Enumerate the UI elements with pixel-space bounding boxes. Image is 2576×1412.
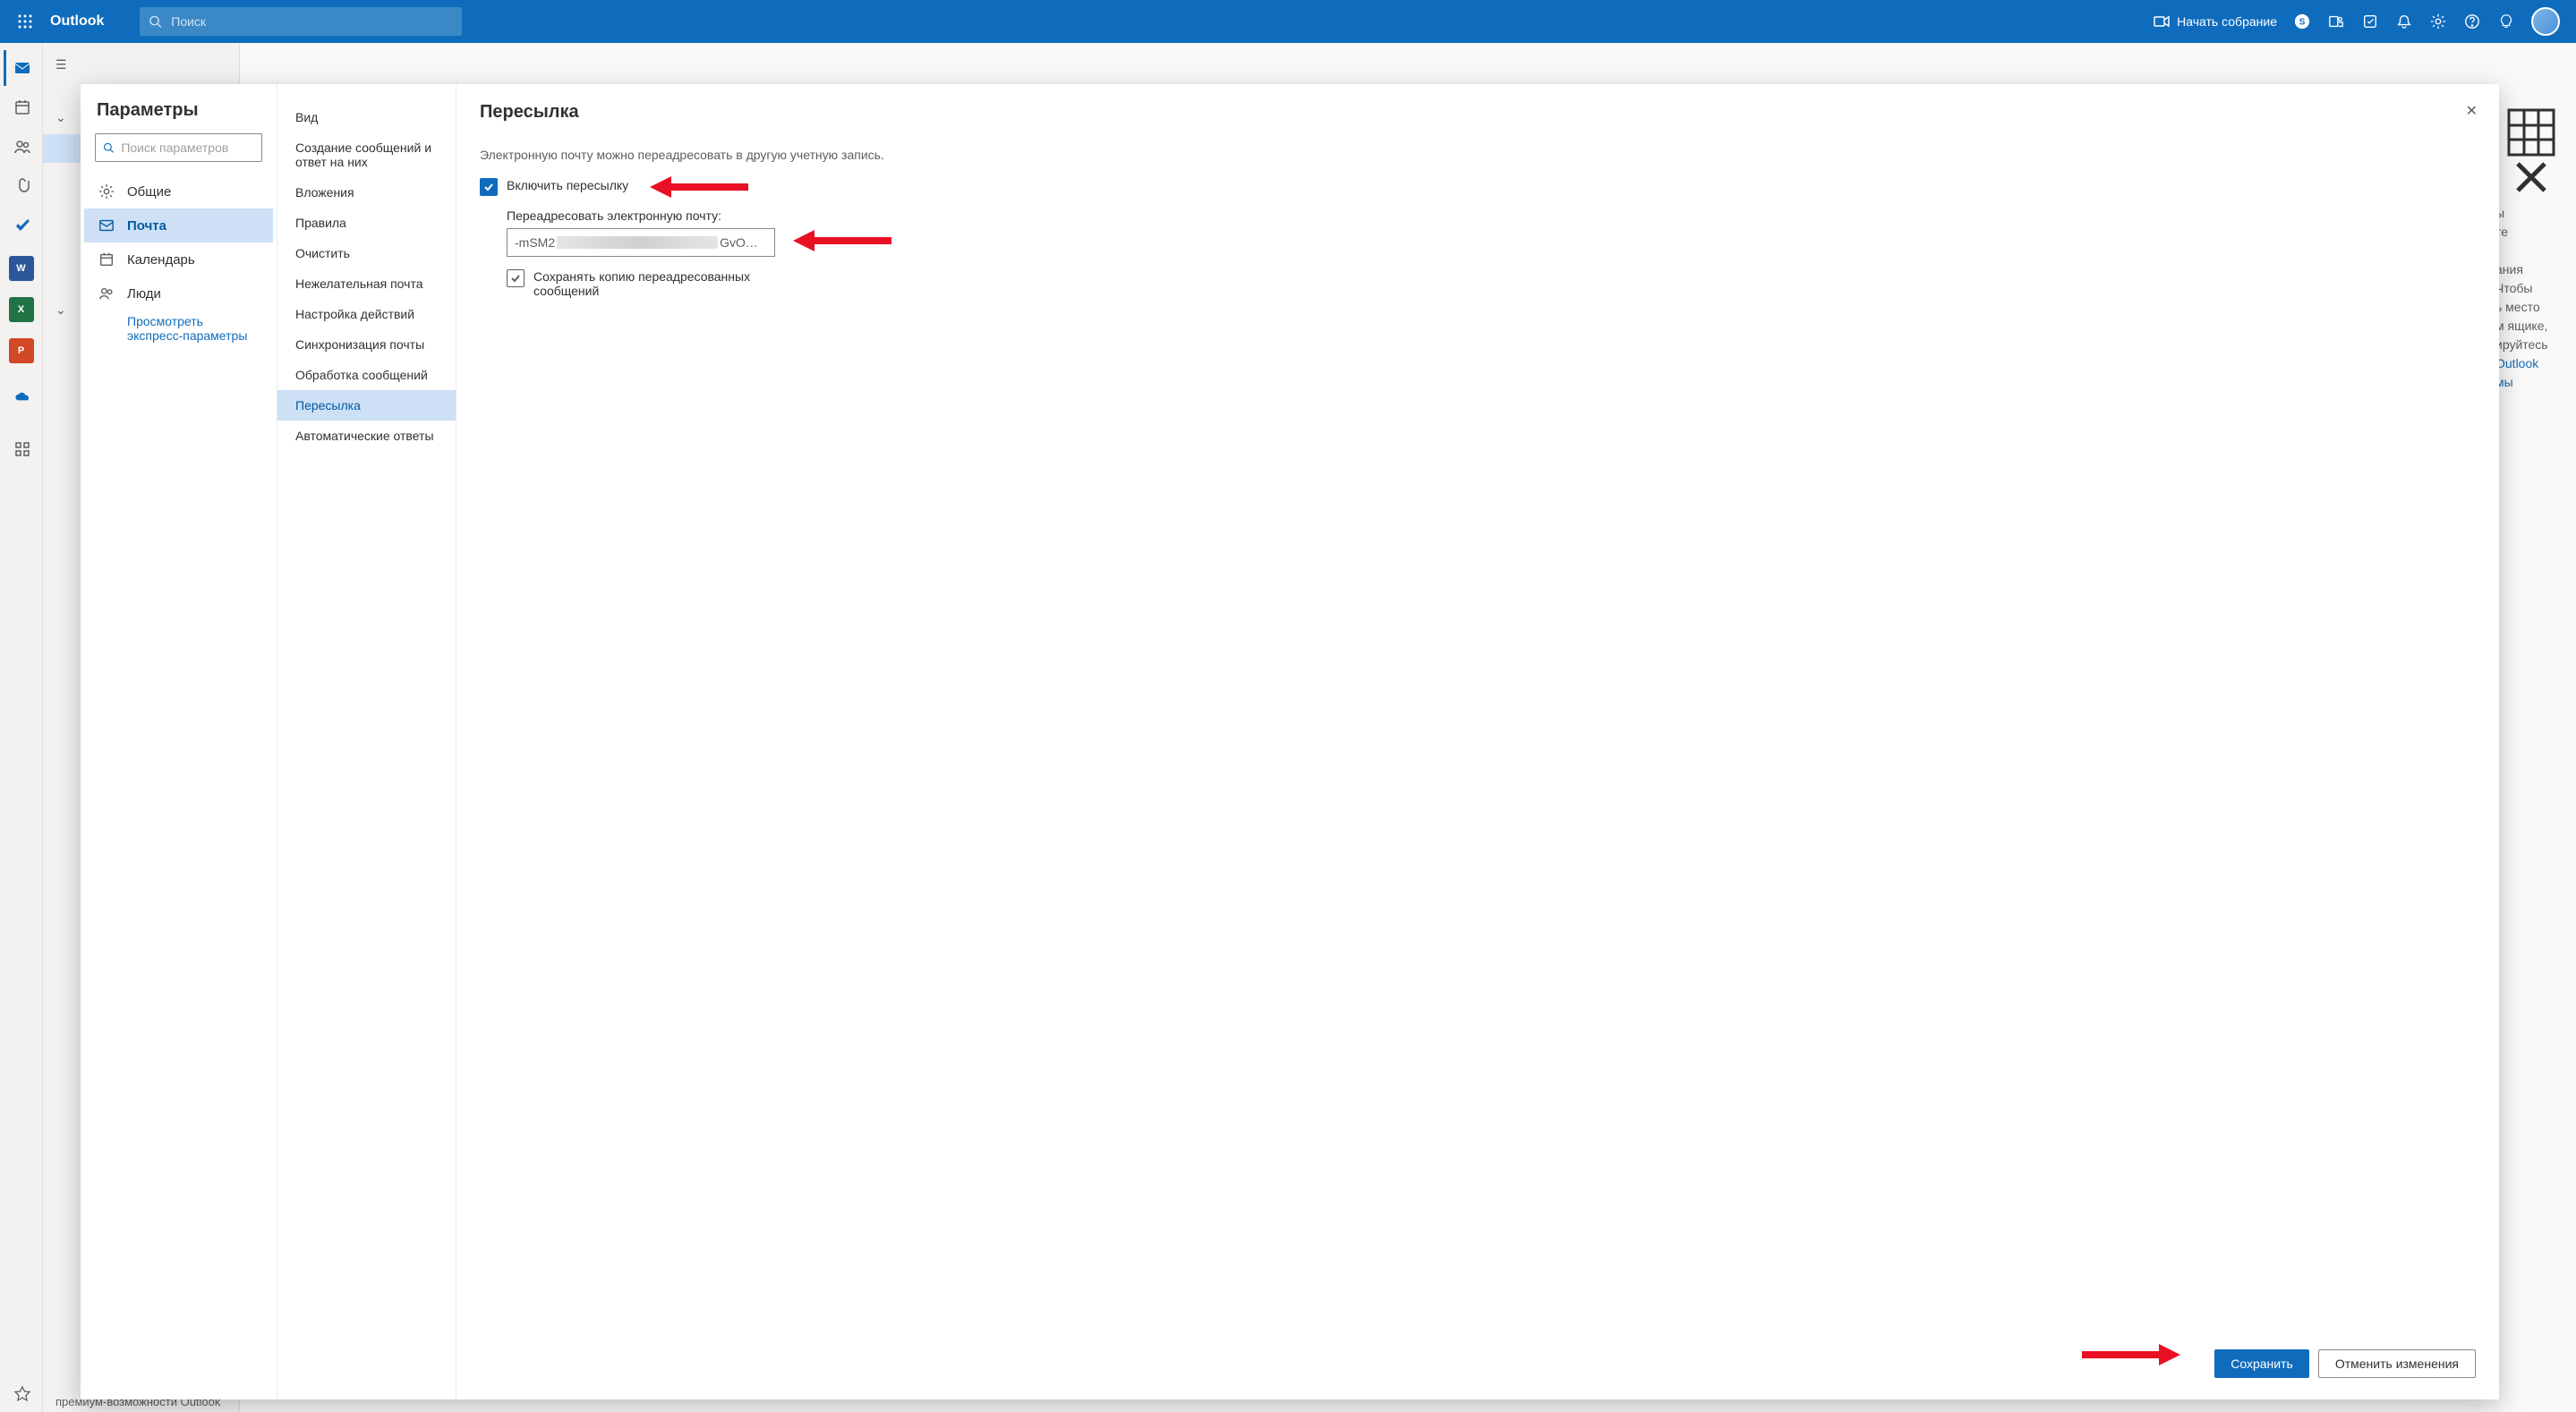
settings-search[interactable]	[95, 133, 262, 162]
rail-onedrive-icon[interactable]	[4, 379, 39, 415]
category-label: Календарь	[127, 252, 195, 268]
forward-to-block: Переадресовать электронную почту: -mSM2 …	[507, 208, 2476, 257]
video-icon	[2154, 15, 2170, 28]
rail-powerpoint-icon[interactable]: P	[9, 338, 34, 363]
subnav-item[interactable]: Вложения	[277, 177, 456, 208]
subnav-item[interactable]: Синхронизация почты	[277, 329, 456, 360]
save-button[interactable]: Сохранить	[2214, 1349, 2309, 1378]
gear-icon	[98, 183, 115, 200]
keep-copy-row: Сохранять копию переадресованных сообщен…	[507, 269, 793, 298]
whats-new-icon[interactable]	[2497, 13, 2515, 30]
global-search[interactable]	[140, 7, 462, 36]
category-calendar[interactable]: Календарь	[84, 242, 273, 276]
teams-icon[interactable]	[2327, 13, 2345, 30]
rail-mail-icon[interactable]	[4, 50, 39, 86]
pane-heading: Пересылка	[480, 102, 2476, 123]
category-mail[interactable]: Почта	[84, 208, 273, 242]
rail-word-icon[interactable]: W	[9, 256, 34, 281]
forward-to-input[interactable]: -mSM2 GvO…	[507, 228, 775, 257]
rail-premium-icon[interactable]	[4, 1376, 39, 1412]
redacted-value	[557, 236, 718, 249]
help-icon[interactable]	[2463, 13, 2481, 30]
quick-settings-link[interactable]: Просмотреть экспресс-параметры	[84, 310, 273, 346]
forward-to-label: Переадресовать электронную почту:	[507, 208, 2476, 223]
skype-icon[interactable]: S	[2293, 13, 2311, 30]
header-actions: Начать собрание S	[2154, 7, 2569, 36]
rail-files-icon[interactable]	[4, 168, 39, 204]
people-icon	[98, 285, 115, 302]
subnav-item[interactable]: Создание сообщений и ответ на них	[277, 132, 456, 177]
rail-calendar-icon[interactable]	[4, 89, 39, 125]
settings-modal: Параметры Общие Почта Календарь Люди	[81, 84, 2499, 1399]
subnav-item[interactable]: Настройка действий	[277, 299, 456, 329]
close-icon[interactable]: ✕	[2466, 102, 2478, 120]
todo-icon[interactable]	[2361, 13, 2379, 30]
rail-more-apps-icon[interactable]	[4, 431, 39, 467]
brand-label[interactable]: Outlook	[50, 13, 104, 30]
annotation-arrow-icon	[650, 174, 748, 200]
modal-footer: Сохранить Отменить изменения	[480, 1337, 2476, 1382]
settings-search-input[interactable]	[121, 140, 254, 155]
subnav-item[interactable]: Автоматические ответы	[277, 421, 456, 451]
notifications-icon[interactable]	[2395, 13, 2413, 30]
category-label: Люди	[127, 286, 161, 302]
subnav-item[interactable]: Правила	[277, 208, 456, 238]
category-label: Общие	[127, 184, 171, 200]
app-header: Outlook Начать собрание S	[0, 0, 2576, 43]
rail-excel-icon[interactable]: X	[9, 297, 34, 322]
rail-todo-icon[interactable]	[4, 208, 39, 243]
cancel-button[interactable]: Отменить изменения	[2318, 1349, 2476, 1378]
reading-link-1[interactable]: Outlook	[2495, 356, 2538, 370]
svg-text:S: S	[2299, 18, 2306, 28]
start-meeting-label: Начать собрание	[2177, 14, 2277, 29]
subnav-item[interactable]: Обработка сообщений	[277, 360, 456, 390]
start-meeting-button[interactable]: Начать собрание	[2154, 14, 2277, 29]
enable-forwarding-row: Включить пересылку	[480, 178, 2476, 196]
subnav-item[interactable]: Пересылка	[277, 390, 456, 421]
app-launcher-icon[interactable]	[7, 4, 43, 39]
settings-icon[interactable]	[2429, 13, 2447, 30]
subnav-item[interactable]: Очистить	[277, 238, 456, 268]
settings-content: ✕ Пересылка Электронную почту можно пере…	[456, 84, 2499, 1399]
hamburger-icon[interactable]: ☰	[43, 52, 239, 78]
settings-title: Параметры	[84, 100, 273, 133]
category-label: Почта	[127, 218, 166, 234]
annotation-arrow-icon	[2082, 1342, 2180, 1367]
search-icon	[149, 14, 162, 29]
settings-categories: Параметры Общие Почта Календарь Люди	[81, 84, 277, 1399]
search-icon	[103, 141, 114, 154]
search-input[interactable]	[171, 14, 453, 29]
enable-forwarding-checkbox[interactable]	[480, 178, 498, 196]
keep-copy-label: Сохранять копию переадресованных сообщен…	[533, 269, 793, 298]
app-rail: W X P	[0, 43, 43, 1412]
calendar-icon	[98, 251, 115, 268]
rail-people-icon[interactable]	[4, 129, 39, 165]
pane-description: Электронную почту можно переадресовать в…	[480, 148, 2476, 162]
mail-icon	[98, 217, 115, 234]
reading-text-fragment: ы те ания Чтобы ь место м ящике, ируйтес…	[2495, 204, 2549, 392]
category-general[interactable]: Общие	[84, 174, 273, 208]
enable-forwarding-label: Включить пересылку	[507, 178, 628, 192]
keep-copy-checkbox[interactable]	[507, 269, 525, 287]
subnav-item[interactable]: Нежелательная почта	[277, 268, 456, 299]
account-avatar[interactable]	[2531, 7, 2560, 36]
category-people[interactable]: Люди	[84, 276, 273, 310]
annotation-arrow-icon	[793, 228, 891, 253]
empty-state-icon	[2504, 106, 2558, 208]
settings-subnav: ВидСоздание сообщений и ответ на нихВлож…	[277, 84, 456, 1399]
subnav-item[interactable]: Вид	[277, 102, 456, 132]
